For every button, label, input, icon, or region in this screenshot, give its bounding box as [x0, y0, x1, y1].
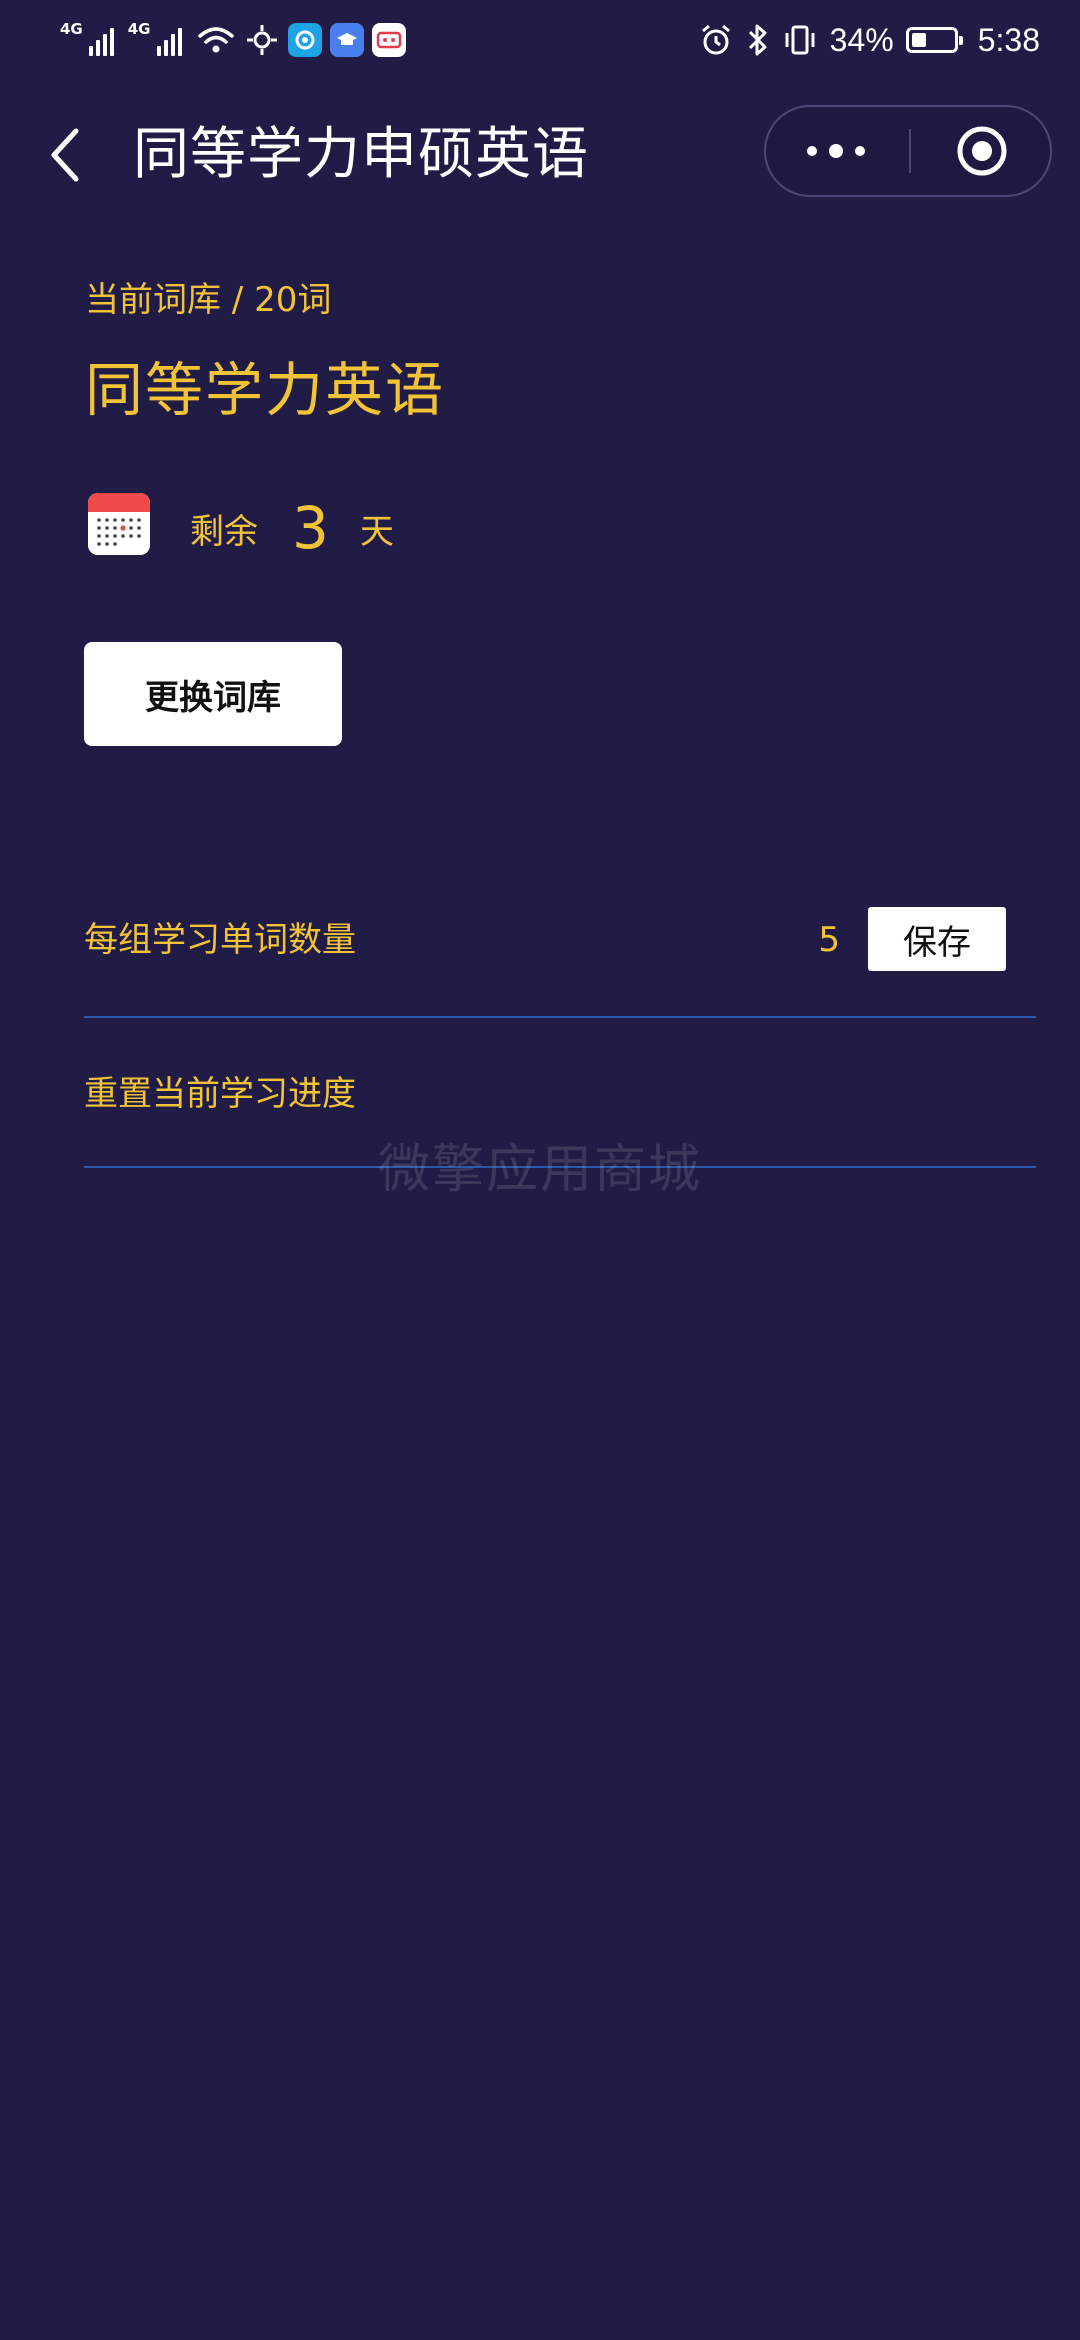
- battery-percent: 34%: [829, 21, 894, 58]
- page-title: 同等学力申硕英语: [133, 122, 589, 187]
- network-type-1: 4G: [60, 20, 83, 38]
- status-bar: 4G 4G 34% 5:38: [0, 0, 1080, 80]
- status-left: 4G 4G: [60, 18, 406, 62]
- library-name: 同等学力英语: [85, 356, 446, 424]
- target-circle-icon: [957, 126, 1007, 176]
- battery-icon: [905, 27, 963, 53]
- more-button[interactable]: [766, 107, 906, 195]
- save-button[interactable]: 保存: [868, 907, 1006, 971]
- more-dots-icon: [807, 144, 865, 158]
- remain-days: 3: [292, 494, 329, 562]
- calendar-icon: [88, 493, 150, 555]
- change-library-button[interactable]: 更换词库: [84, 642, 342, 746]
- hotspot-icon: [246, 25, 277, 55]
- chevron-left-icon: [51, 128, 79, 182]
- status-right: 34% 5:38: [698, 18, 1040, 62]
- close-mini-program-button[interactable]: [912, 107, 1052, 195]
- clock: 5:38: [977, 21, 1040, 58]
- words-per-group-input[interactable]: 5: [780, 916, 840, 964]
- words-per-group-label: 每组学习单词数量: [84, 920, 356, 960]
- vibrate-icon: [785, 25, 815, 55]
- words-per-group-row: 每组学习单词数量 5 保存: [84, 890, 1036, 1020]
- divider: [84, 1016, 1036, 1018]
- nav-bar: 同等学力申硕英语: [0, 95, 1080, 215]
- alarm-icon: [701, 24, 730, 55]
- remain-unit: 天: [360, 512, 394, 552]
- library-info: 当前词库 / 20词: [85, 280, 332, 320]
- app-icon-game: [371, 23, 406, 57]
- app-icon-edu: [329, 23, 364, 57]
- app-icon-c: [287, 23, 322, 57]
- wifi-icon: [197, 27, 234, 53]
- signal-icon: [88, 24, 114, 56]
- mini-program-capsule: [764, 105, 1052, 197]
- battery-fill: [911, 33, 926, 47]
- watermark: 微擎应用商城: [377, 1140, 702, 1200]
- back-button[interactable]: [40, 120, 90, 190]
- network-type-2: 4G: [127, 20, 151, 38]
- reset-progress-label: 重置当前学习进度: [84, 1074, 356, 1114]
- signal-icon: [156, 24, 182, 56]
- capsule-divider: [909, 129, 911, 173]
- remain-label: 剩余: [190, 512, 258, 552]
- bluetooth-icon: [748, 24, 767, 56]
